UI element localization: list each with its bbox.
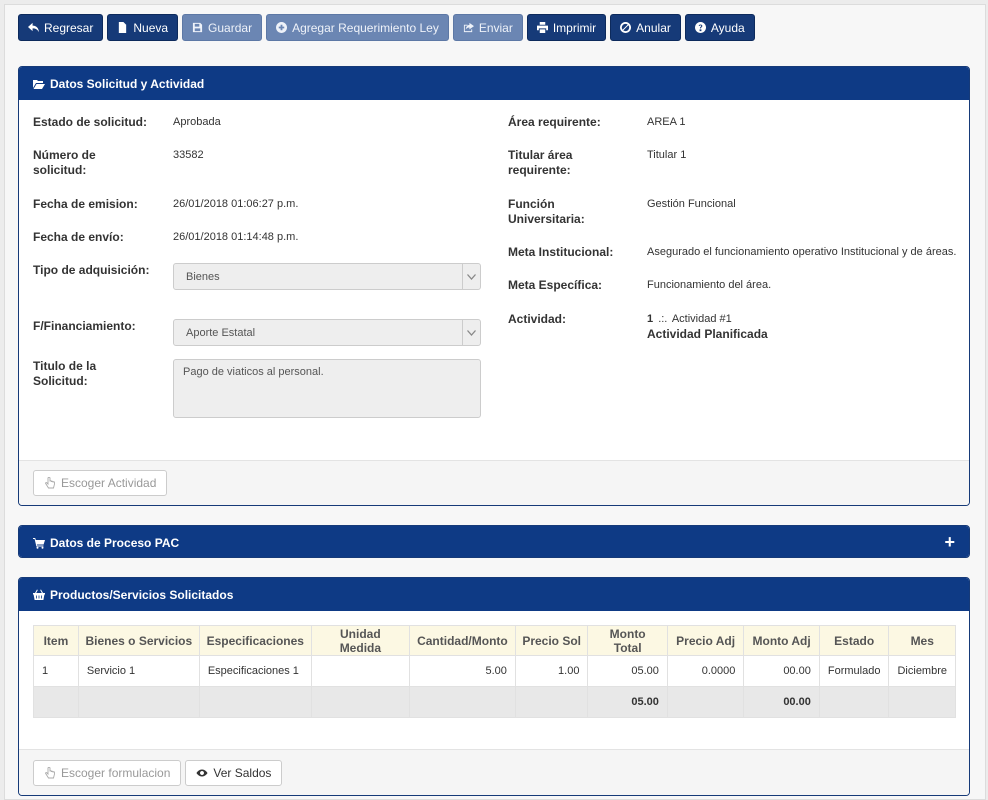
meta-esp-label: Meta Específica: bbox=[508, 278, 603, 292]
agregar-requerimiento-button[interactable]: Agregar Requerimiento Ley bbox=[266, 14, 449, 41]
table-row[interactable]: 1 Servicio 1 Especificaciones 1 5.00 1.0… bbox=[33, 655, 956, 687]
ver-saldos-button[interactable]: Ver Saldos bbox=[185, 759, 283, 786]
solicitud-panel: Datos Solicitud y Actividad Estado de so… bbox=[18, 66, 970, 506]
shopping-basket-icon bbox=[33, 589, 45, 600]
col-monto-total: Monto Total bbox=[587, 625, 668, 656]
numero-value: 33582 bbox=[173, 149, 204, 161]
question-circle-icon bbox=[694, 22, 706, 33]
fecha-emision-label: Fecha de emision: bbox=[33, 197, 138, 211]
pac-panel-header[interactable]: Datos de Proceso PAC + bbox=[19, 526, 969, 557]
actividad-value: 1 .:. Actividad #1 Actividad Planificada bbox=[647, 312, 768, 342]
actividad-number: 1 bbox=[647, 313, 654, 325]
productos-panel: Productos/Servicios Solicitados Item Bie… bbox=[18, 577, 970, 796]
productos-table: Item Bienes o Servicios Especificaciones… bbox=[33, 625, 956, 718]
chevron-down-icon bbox=[462, 264, 480, 289]
imprimir-button[interactable]: Imprimir bbox=[526, 14, 607, 41]
area-label: Área requirente: bbox=[508, 115, 601, 129]
eye-icon bbox=[196, 769, 208, 776]
financiamiento-select[interactable]: Aporte Estatal bbox=[173, 319, 481, 346]
area-value: AREA 1 bbox=[647, 116, 686, 128]
total-monto-adj: 00.00 bbox=[743, 686, 820, 718]
escoger-actividad-button[interactable]: Escoger Actividad bbox=[33, 470, 168, 496]
save-icon bbox=[192, 22, 203, 33]
titular-value: Titular 1 bbox=[647, 149, 687, 161]
totals-row: 05.00 00.00 bbox=[33, 686, 956, 718]
numero-label: Número de solicitud: bbox=[33, 148, 96, 177]
print-icon bbox=[536, 22, 548, 33]
plus-circle-icon bbox=[276, 22, 287, 33]
reply-icon bbox=[28, 22, 39, 33]
col-mes: Mes bbox=[888, 625, 956, 656]
folder-open-icon bbox=[33, 79, 45, 89]
actividad-separator: .:. bbox=[658, 313, 668, 325]
anular-button[interactable]: Anular bbox=[610, 14, 681, 41]
productos-panel-header: Productos/Servicios Solicitados bbox=[19, 578, 969, 611]
shopping-cart-icon bbox=[33, 537, 45, 549]
col-precio-sol: Precio Sol bbox=[514, 625, 589, 656]
col-estado: Estado bbox=[818, 625, 890, 656]
funcion-label: Función Universitaria: bbox=[508, 197, 585, 226]
hand-pointer-icon bbox=[45, 766, 55, 778]
col-unidad: Unidad Medida bbox=[310, 625, 410, 656]
col-precio-adj: Precio Adj bbox=[666, 625, 745, 656]
financiamiento-label: F/Financiamiento: bbox=[33, 319, 136, 333]
col-bienes: Bienes o Servicios bbox=[77, 625, 200, 656]
ayuda-button[interactable]: Ayuda bbox=[684, 14, 755, 41]
nueva-button[interactable]: Nueva bbox=[107, 14, 179, 41]
regresar-button[interactable]: Regresar bbox=[18, 14, 104, 41]
expand-plus-icon[interactable]: + bbox=[944, 533, 955, 551]
hand-pointer-icon bbox=[45, 477, 55, 489]
chevron-down-icon bbox=[462, 320, 480, 345]
meta-esp-value: Funcionamiento del área. bbox=[647, 279, 772, 291]
titulo-textarea[interactable]: Pago de viaticos al personal. bbox=[173, 359, 481, 418]
file-icon bbox=[119, 22, 127, 33]
fecha-envio-label: Fecha de envío: bbox=[33, 230, 124, 244]
fecha-envio-value: 26/01/2018 01:14:48 p.m. bbox=[173, 231, 299, 243]
titular-label: Titular área requirente: bbox=[508, 148, 573, 177]
actividad-name: Actividad #1 bbox=[671, 313, 732, 325]
col-item: Item bbox=[33, 625, 79, 656]
share-icon bbox=[463, 22, 474, 33]
meta-inst-label: Meta Institucional: bbox=[508, 245, 614, 259]
meta-inst-value: Asegurado el funcionamiento operativo In… bbox=[647, 246, 957, 258]
productos-panel-footer: Escoger formulacion Ver Saldos bbox=[19, 749, 969, 795]
enviar-button[interactable]: Enviar bbox=[452, 14, 523, 41]
solicitud-panel-footer: Escoger Actividad bbox=[19, 460, 969, 505]
actividad-label: Actividad: bbox=[508, 312, 567, 326]
col-monto-adj: Monto Adj bbox=[743, 625, 820, 656]
estado-value: Aprobada bbox=[173, 116, 221, 128]
funcion-value: Gestión Funcional bbox=[647, 198, 736, 210]
table-header-row: Item Bienes o Servicios Especificaciones… bbox=[33, 625, 956, 656]
pac-panel: Datos de Proceso PAC + bbox=[18, 525, 970, 558]
actividad-status: Actividad Planificada bbox=[647, 327, 768, 341]
toolbar: Regresar Nueva Guardar Agregar Requerimi… bbox=[18, 14, 755, 42]
fecha-emision-value: 26/01/2018 01:06:27 p.m. bbox=[173, 198, 299, 210]
tipo-select[interactable]: Bienes bbox=[173, 263, 481, 290]
tipo-label: Tipo de adquisición: bbox=[33, 263, 150, 277]
estado-label: Estado de solicitud: bbox=[33, 115, 148, 129]
titulo-label: Titulo de la Solicitud: bbox=[33, 359, 97, 388]
guardar-button[interactable]: Guardar bbox=[182, 14, 263, 41]
col-especificaciones: Especificaciones bbox=[198, 625, 312, 656]
ban-icon bbox=[620, 22, 632, 33]
solicitud-panel-header: Datos Solicitud y Actividad bbox=[19, 67, 969, 100]
col-cantidad: Cantidad/Monto bbox=[408, 625, 516, 656]
total-monto: 05.00 bbox=[587, 686, 668, 718]
escoger-formulacion-button[interactable]: Escoger formulacion bbox=[33, 759, 182, 786]
